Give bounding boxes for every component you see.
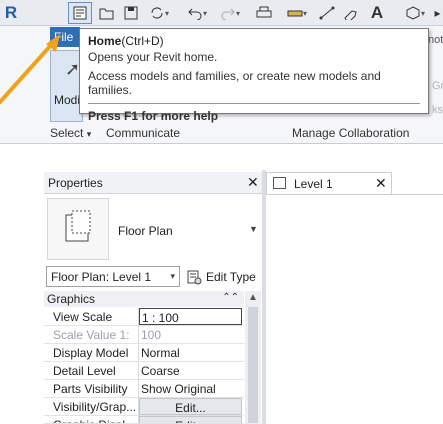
scrollbar-thumb[interactable]: [248, 307, 258, 423]
property-row-display-model[interactable]: Display Model Normal: [44, 344, 244, 362]
home-button[interactable]: [68, 2, 92, 24]
property-key: Parts Visibility: [53, 382, 128, 396]
property-row-detail-level[interactable]: Detail Level Coarse: [44, 362, 244, 380]
edit-type-label: Edit Type: [206, 269, 256, 284]
view-scale-field[interactable]: 1 : 100: [139, 308, 242, 325]
open-icon[interactable]: [98, 2, 116, 24]
property-key: Graphic Displ...: [53, 418, 135, 423]
property-key: Detail Level: [53, 364, 116, 378]
floor-plan-view-icon: [273, 177, 286, 189]
close-icon[interactable]: ✕: [375, 175, 387, 192]
sync-icon[interactable]: ▾: [146, 2, 172, 24]
manage-collaboration-group-label: Manage Collaboration: [292, 126, 410, 140]
property-key: Display Model: [53, 346, 129, 360]
chevron-down-icon: ▾: [86, 129, 92, 139]
type-name: Floor Plan: [118, 224, 173, 238]
revit-logo[interactable]: R: [3, 2, 19, 24]
properties-table: Graphics ⌃⌃ ▲ View Scale 1 : 100 Scale V…: [44, 291, 262, 424]
collapse-icon[interactable]: ⌃⌃: [222, 292, 239, 303]
ghost-right-text: not: [428, 34, 443, 46]
parts-visibility-value[interactable]: Show Original: [139, 380, 242, 397]
tooltip-title-text: Home: [88, 34, 122, 48]
instance-selector-value: Floor Plan: Level 1: [51, 270, 152, 284]
tooltip-separator: [88, 103, 420, 104]
print-icon[interactable]: [254, 2, 274, 24]
tooltip-line-1: Opens your Revit home.: [88, 50, 218, 64]
property-row-graphic-display[interactable]: Graphic Displ... Edit...: [44, 416, 244, 424]
property-key: View Scale: [53, 310, 113, 324]
type-selector[interactable]: Floor Plan ▼: [44, 194, 262, 264]
type-dropdown-icon[interactable]: ▼: [249, 224, 258, 234]
visibility-graphics-edit-button[interactable]: Edit...: [139, 398, 242, 415]
view-tab-level-1[interactable]: Level 1 ✕: [266, 172, 392, 194]
tooltip-line-2: Access models and families, or create ne…: [88, 69, 381, 97]
properties-scrollbar[interactable]: ▲: [245, 291, 261, 424]
text-icon[interactable]: A: [368, 2, 386, 24]
home-icon: [73, 6, 87, 20]
properties-header: Properties ✕: [44, 172, 262, 194]
measure-icon[interactable]: ▾: [283, 2, 311, 24]
qat-separator: [22, 2, 38, 24]
edit-type-icon: [187, 270, 202, 284]
3d-view-icon[interactable]: ▾: [400, 2, 430, 24]
panel-divider[interactable]: [262, 170, 266, 424]
edit-type-button[interactable]: Edit Type: [186, 266, 256, 287]
floor-plan-icon: [47, 198, 109, 260]
scale-value-field: 100: [141, 328, 162, 342]
pointer-arrow-icon: [0, 34, 60, 104]
more-tools-icon[interactable]: ▸: [432, 2, 443, 24]
property-row-view-scale[interactable]: View Scale 1 : 100: [44, 308, 244, 326]
tag-icon[interactable]: [342, 2, 360, 24]
detail-level-value[interactable]: Coarse: [139, 362, 242, 379]
display-model-value[interactable]: Normal: [139, 344, 242, 361]
select-group[interactable]: Select ▾: [50, 126, 91, 140]
property-row-scale-value: Scale Value 1: 100: [44, 326, 244, 344]
dimension-icon[interactable]: [318, 2, 336, 24]
property-row-parts-visibility[interactable]: Parts Visibility Show Original: [44, 380, 244, 398]
ghost-right-text-3: ks: [432, 104, 443, 116]
instance-selector[interactable]: Floor Plan: Level 1 ▾: [46, 266, 180, 287]
select-group-label: Select: [50, 126, 84, 140]
property-key: Scale Value 1:: [53, 328, 130, 342]
redo-icon[interactable]: ▾: [216, 2, 244, 24]
view-tab-label: Level 1: [294, 177, 333, 191]
communicate-group-label: Communicate: [106, 126, 181, 140]
graphic-display-edit-button[interactable]: Edit...: [139, 416, 242, 423]
section-label: Graphics: [47, 292, 96, 306]
close-icon[interactable]: ✕: [247, 174, 259, 191]
ghost-right-text-2: Gr: [432, 80, 443, 92]
properties-title: Properties: [48, 176, 103, 190]
quick-access-toolbar: R ▾ ▾ ▾ ▾ A ▾ ▸: [0, 0, 443, 26]
tooltip-title: Home(Ctrl+D): [88, 34, 420, 48]
tooltip-help: Press F1 for more help: [88, 109, 219, 123]
tooltip-shortcut: (Ctrl+D): [121, 34, 164, 48]
property-key: Visibility/Grap...: [53, 400, 137, 414]
view-tab-strip: [266, 194, 443, 195]
instance-row: Floor Plan: Level 1 ▾ Edit Type: [44, 266, 262, 288]
home-tooltip: Home(Ctrl+D) Opens your Revit home. Acce…: [79, 28, 429, 123]
graphics-section-header[interactable]: Graphics ⌃⌃: [44, 291, 244, 307]
property-row-visibility-graphics[interactable]: Visibility/Grap... Edit...: [44, 398, 244, 416]
chevron-down-icon: ▾: [170, 271, 175, 281]
undo-icon[interactable]: ▾: [183, 2, 211, 24]
scroll-up-icon[interactable]: ▲: [248, 292, 258, 303]
save-icon[interactable]: [122, 2, 140, 24]
